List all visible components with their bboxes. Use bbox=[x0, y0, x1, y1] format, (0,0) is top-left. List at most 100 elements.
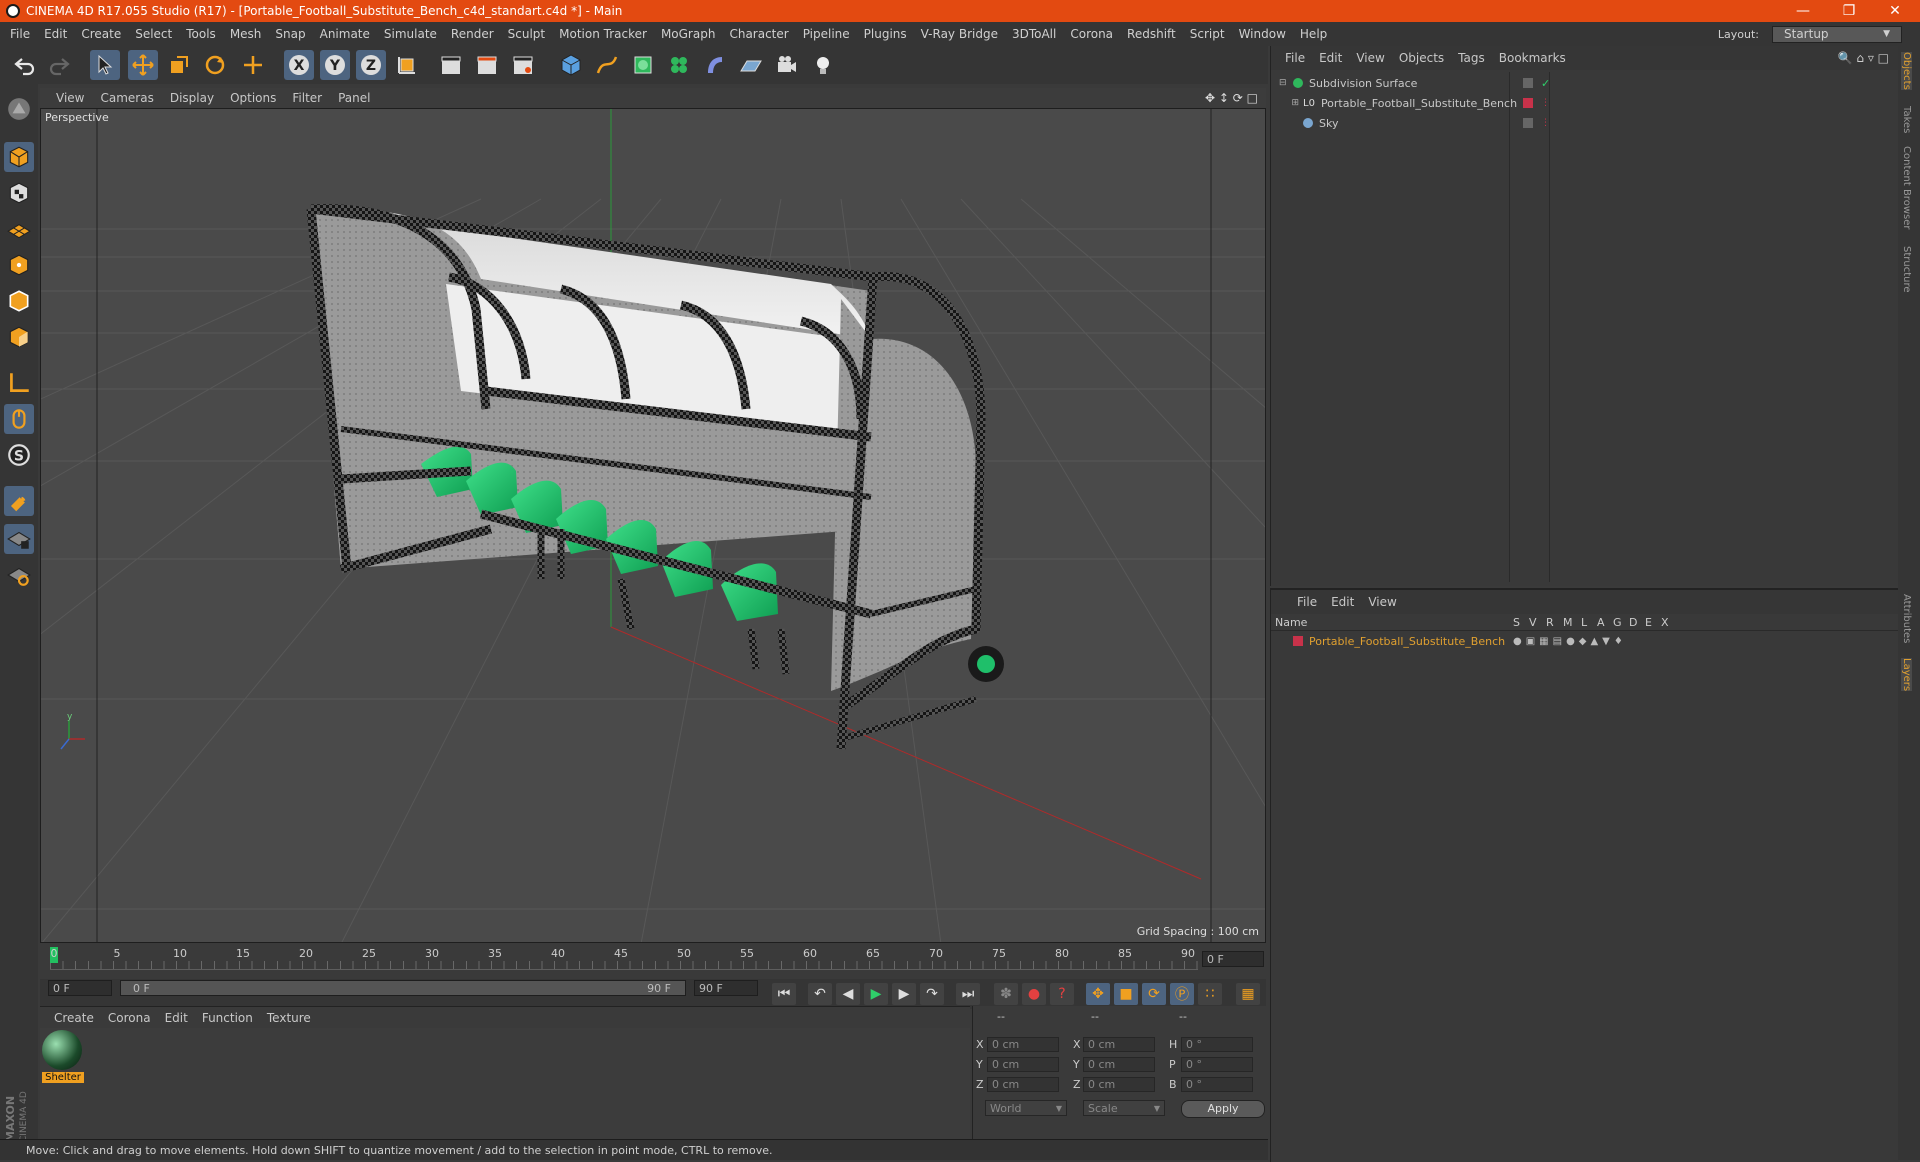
cube-object-button[interactable] bbox=[556, 50, 586, 80]
viewport-menu-cameras[interactable]: Cameras bbox=[100, 91, 153, 105]
object-row-sky[interactable]: Sky ⋮ bbox=[1279, 114, 1897, 132]
visibility-dots-icon[interactable]: ⋮ bbox=[1541, 118, 1550, 128]
enabled-check-icon[interactable]: ✓ bbox=[1541, 77, 1550, 90]
go-to-start-button[interactable]: ⏮ bbox=[772, 983, 796, 1005]
layer-toggle-icons[interactable]: ●▣▦▤●◆▲▼♦ bbox=[1513, 636, 1627, 647]
z-axis-lock-button[interactable]: Z bbox=[356, 50, 386, 80]
subdivision-surface-button[interactable] bbox=[628, 50, 658, 80]
polygons-mode-button[interactable] bbox=[4, 322, 34, 352]
key-parameter-button[interactable]: Ⓟ bbox=[1170, 983, 1194, 1005]
menu-3dtoall[interactable]: 3DToAll bbox=[1005, 27, 1063, 41]
layer-row[interactable]: Portable_Football_Substitute_Bench ●▣▦▤●… bbox=[1279, 632, 1897, 650]
current-frame-field[interactable]: 0 F bbox=[1202, 951, 1264, 967]
minimize-button[interactable]: — bbox=[1780, 0, 1826, 22]
pos-y-field[interactable]: 0 cm bbox=[987, 1057, 1059, 1072]
pos-z-field[interactable]: 0 cm bbox=[987, 1077, 1059, 1092]
key-scale-button[interactable]: ■ bbox=[1114, 983, 1138, 1005]
menu-vray-bridge[interactable]: V-Ray Bridge bbox=[914, 27, 1005, 41]
obj-menu-view[interactable]: View bbox=[1356, 51, 1384, 65]
tab-content-browser[interactable]: Content Browser bbox=[1901, 146, 1912, 229]
viewport-nav-icons[interactable]: ✥ ↕ ⟳ □ bbox=[1205, 91, 1258, 105]
material-menu-corona[interactable]: Corona bbox=[108, 1011, 151, 1025]
menu-motion-tracker[interactable]: Motion Tracker bbox=[552, 27, 654, 41]
collapse-icon[interactable]: ⊟ bbox=[1279, 78, 1289, 88]
texture-mode-button[interactable] bbox=[4, 178, 34, 208]
snap-button[interactable]: S bbox=[4, 440, 34, 470]
workplane-mode-button[interactable] bbox=[4, 214, 34, 244]
material-menu-function[interactable]: Function bbox=[202, 1011, 253, 1025]
menu-render[interactable]: Render bbox=[444, 27, 501, 41]
y-axis-lock-button[interactable]: Y bbox=[320, 50, 350, 80]
material-swatch-shelter[interactable]: Shelter bbox=[42, 1030, 84, 1088]
menu-select[interactable]: Select bbox=[128, 27, 179, 41]
obj-menu-file[interactable]: File bbox=[1285, 51, 1305, 65]
viewport-menu-options[interactable]: Options bbox=[230, 91, 276, 105]
timeline-ruler[interactable]: 0 5 10 15 20 25 30 35 40 45 50 55 60 65 70 75 80 85 90 0 F bbox=[40, 945, 1266, 979]
menu-sculpt[interactable]: Sculpt bbox=[501, 27, 552, 41]
restore-button[interactable]: ❐ bbox=[1826, 0, 1872, 22]
transform-mode-dropdown[interactable]: Scale ▼ bbox=[1083, 1100, 1165, 1116]
next-frame-button[interactable]: ▶ bbox=[892, 983, 916, 1005]
obj-toolbar-icons[interactable]: 🔍 ⌂ ▿ □ bbox=[1838, 51, 1889, 65]
undo-button[interactable] bbox=[10, 50, 40, 80]
frame-range-slider[interactable]: 0 F 90 F bbox=[120, 980, 686, 996]
key-rotation-button[interactable]: ⟳ bbox=[1142, 983, 1166, 1005]
layer-menu-edit[interactable]: Edit bbox=[1331, 595, 1354, 609]
menu-help[interactable]: Help bbox=[1293, 27, 1334, 41]
previous-frame-button[interactable]: ◀ bbox=[836, 983, 860, 1005]
end-frame-field[interactable]: 90 F bbox=[694, 980, 758, 996]
viewport-menu-filter[interactable]: Filter bbox=[292, 91, 322, 105]
rotate-tool-button[interactable] bbox=[200, 50, 230, 80]
menu-pipeline[interactable]: Pipeline bbox=[796, 27, 857, 41]
render-view-button[interactable] bbox=[436, 50, 466, 80]
layer-menu-view[interactable]: View bbox=[1368, 595, 1396, 609]
render-picture-viewer-button[interactable] bbox=[472, 50, 502, 80]
viewport-menu-display[interactable]: Display bbox=[170, 91, 214, 105]
material-menu-create[interactable]: Create bbox=[54, 1011, 94, 1025]
camera-button[interactable] bbox=[772, 50, 802, 80]
start-frame-field[interactable]: 0 F bbox=[48, 980, 112, 996]
visibility-toggle[interactable] bbox=[1523, 118, 1533, 128]
play-button[interactable]: ▶ bbox=[864, 983, 888, 1005]
render-settings-button[interactable] bbox=[508, 50, 538, 80]
rot-h-field[interactable]: 0 ° bbox=[1181, 1037, 1253, 1052]
locked-workplane-button[interactable] bbox=[4, 524, 34, 554]
obj-menu-objects[interactable]: Objects bbox=[1399, 51, 1444, 65]
live-selection-button[interactable] bbox=[90, 50, 120, 80]
viewport-menu-panel[interactable]: Panel bbox=[338, 91, 370, 105]
obj-menu-bookmarks[interactable]: Bookmarks bbox=[1499, 51, 1566, 65]
obj-menu-edit[interactable]: Edit bbox=[1319, 51, 1342, 65]
transform-tool-button[interactable] bbox=[238, 50, 268, 80]
rot-b-field[interactable]: 0 ° bbox=[1181, 1077, 1253, 1092]
menu-plugins[interactable]: Plugins bbox=[857, 27, 914, 41]
record-button[interactable]: ● bbox=[1022, 983, 1046, 1005]
model-mode-button[interactable] bbox=[4, 142, 34, 172]
menu-tools[interactable]: Tools bbox=[179, 27, 223, 41]
tab-attributes[interactable]: Attributes bbox=[1901, 594, 1912, 643]
menu-redshift[interactable]: Redshift bbox=[1120, 27, 1183, 41]
visibility-dots-icon[interactable]: ⋮ bbox=[1541, 98, 1550, 108]
go-to-end-button[interactable]: ⏭ bbox=[956, 983, 980, 1005]
menu-script[interactable]: Script bbox=[1183, 27, 1232, 41]
menu-animate[interactable]: Animate bbox=[313, 27, 377, 41]
close-button[interactable]: ✕ bbox=[1872, 0, 1918, 22]
menu-mograph[interactable]: MoGraph bbox=[654, 27, 723, 41]
tweak-mode-button[interactable] bbox=[4, 404, 34, 434]
points-mode-button[interactable] bbox=[4, 250, 34, 280]
menu-character[interactable]: Character bbox=[722, 27, 795, 41]
expand-icon[interactable]: ⊞ bbox=[1279, 98, 1299, 108]
key-pla-button[interactable]: ∷ bbox=[1198, 983, 1222, 1005]
object-row-bench[interactable]: ⊞ L0 Portable_Football_Substitute_Bench … bbox=[1279, 94, 1897, 112]
tab-takes[interactable]: Takes bbox=[1901, 106, 1912, 133]
tab-objects[interactable]: Objects bbox=[1901, 52, 1912, 90]
menu-create[interactable]: Create bbox=[74, 27, 128, 41]
layer-color-swatch[interactable] bbox=[1523, 98, 1533, 108]
scale-tool-button[interactable] bbox=[164, 50, 194, 80]
viewport-menu-view[interactable]: View bbox=[56, 91, 84, 105]
light-button[interactable] bbox=[808, 50, 838, 80]
menu-file[interactable]: File bbox=[0, 27, 37, 41]
obj-menu-tags[interactable]: Tags bbox=[1458, 51, 1485, 65]
axis-mode-button[interactable] bbox=[4, 368, 34, 398]
layer-color-swatch[interactable] bbox=[1293, 636, 1303, 646]
timeline-window-button[interactable]: ▦ bbox=[1236, 983, 1260, 1005]
